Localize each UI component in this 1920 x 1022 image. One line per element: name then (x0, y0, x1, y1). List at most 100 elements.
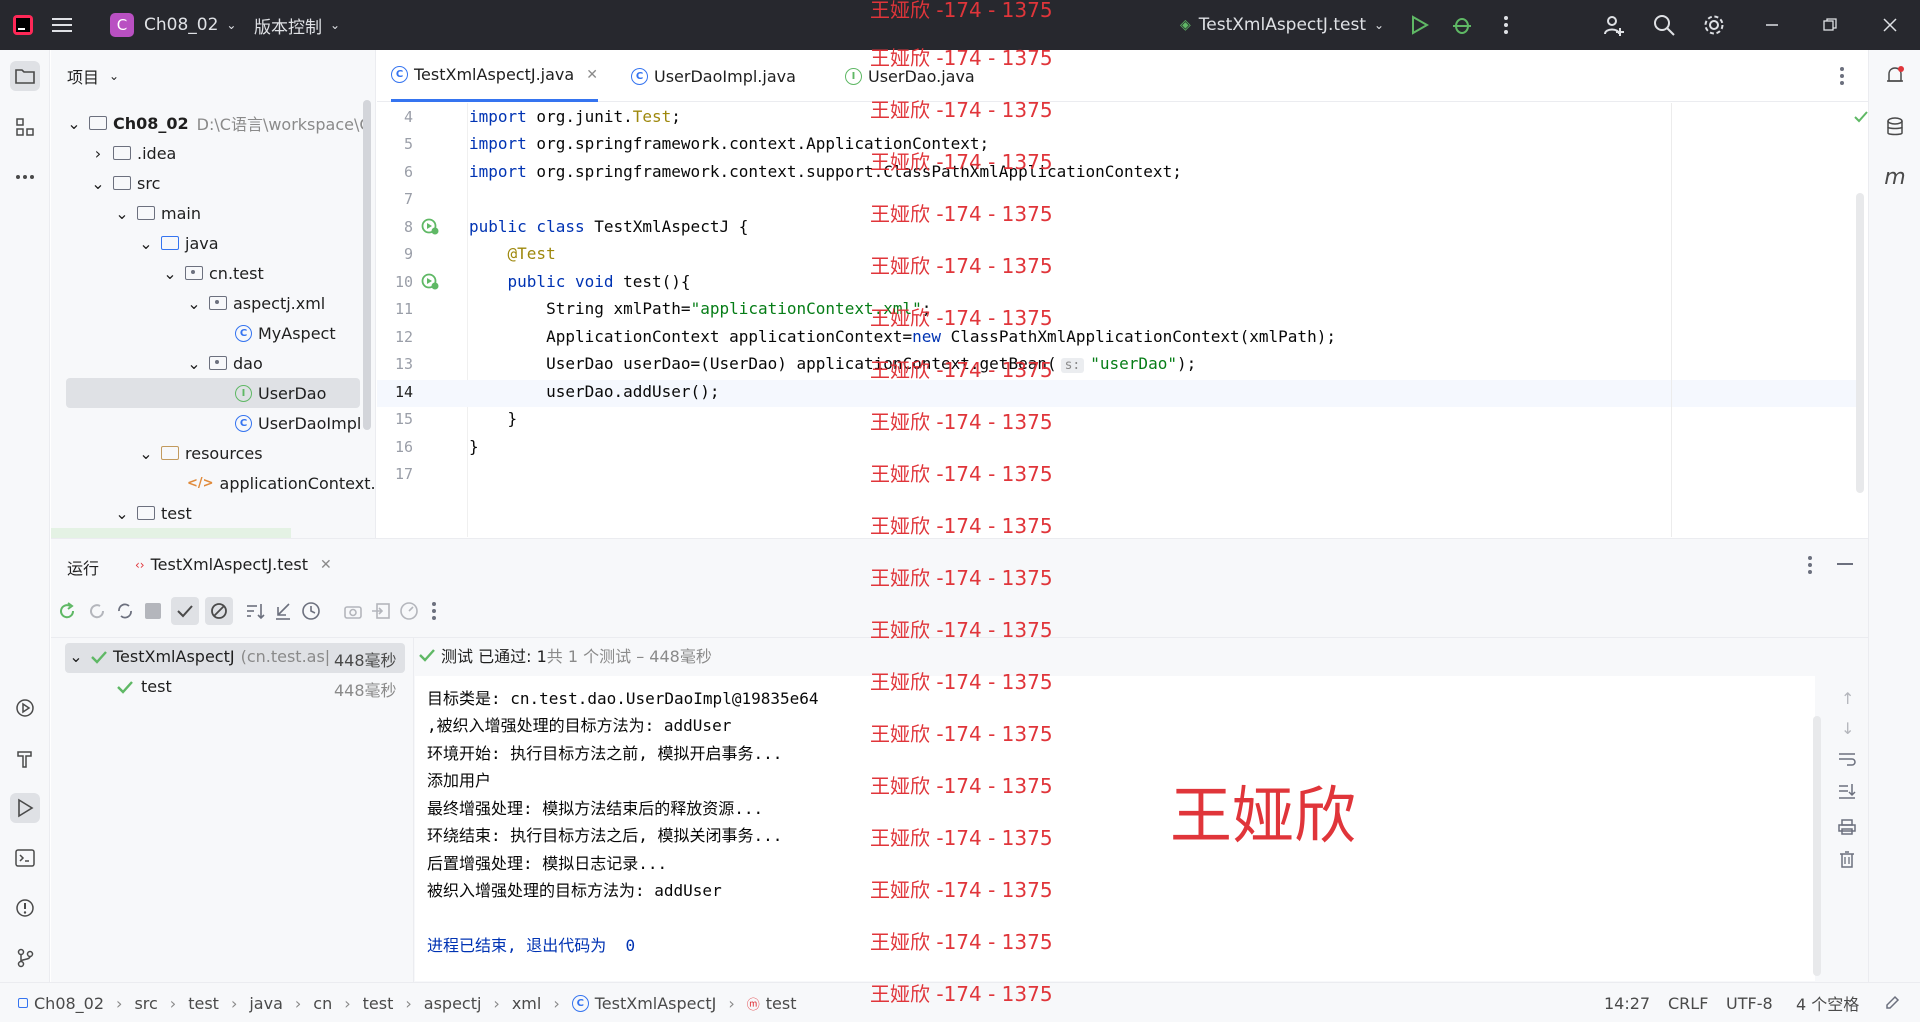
stop-icon[interactable] (145, 603, 161, 619)
tree-node-java[interactable]: ⌄ java (139, 228, 218, 258)
main-menu-icon[interactable] (52, 0, 72, 50)
tree-node-cn-test[interactable]: ⌄ cn.test (163, 258, 263, 288)
breadcrumb-item[interactable]: TestXmlAspectJ (595, 994, 717, 1013)
tree-node-dao[interactable]: ⌄ dao (187, 348, 262, 378)
soft-wrap-icon[interactable] (1838, 751, 1856, 771)
restore-icon[interactable] (1818, 13, 1842, 37)
show-ignored-icon[interactable] (205, 597, 233, 625)
test-tree-item[interactable]: test (117, 677, 172, 696)
editor-scrollbar[interactable] (1856, 193, 1864, 493)
more-run-actions-icon[interactable] (431, 601, 437, 625)
close-icon[interactable] (1878, 13, 1902, 37)
run-tool-icon[interactable] (10, 793, 40, 823)
tab-close-icon[interactable]: ✕ (586, 67, 598, 83)
tree-node-root[interactable]: ⌄ Ch08_02 D:\C语言\workspace\C (67, 108, 370, 138)
indent-setting[interactable]: 4 个空格 (1796, 983, 1859, 1022)
maven-icon[interactable]: m (1880, 162, 1910, 192)
breadcrumb-item[interactable]: aspectj (424, 994, 482, 1013)
notifications-bell-icon[interactable] (1880, 61, 1910, 91)
chevron-right-icon: › (493, 993, 500, 1013)
file-encoding[interactable]: UTF-8 (1726, 983, 1773, 1022)
settings-gear-icon[interactable] (1702, 13, 1726, 37)
run-test-gutter-icon[interactable] (421, 273, 439, 295)
show-passed-icon[interactable] (171, 597, 199, 625)
tab-close-icon[interactable]: ✕ (320, 557, 332, 573)
more-tools-icon[interactable] (10, 162, 40, 192)
code-editor[interactable]: 4 5 6 7 8 9 10 11 12 13 14 15 16 17 impo… (377, 103, 1868, 537)
terminal-icon[interactable] (10, 843, 40, 873)
rerun-failed-icon[interactable] (87, 601, 107, 621)
tree-node-test[interactable]: ⌄ test (115, 498, 191, 528)
breadcrumb-item[interactable]: test (363, 994, 394, 1013)
breadcrumb-item[interactable]: src (134, 994, 157, 1013)
tab-testxmlaspectj[interactable]: C TestXmlAspectJ.java ✕ (391, 50, 598, 102)
add-user-icon[interactable] (1602, 13, 1626, 37)
import-tests-icon[interactable] (371, 601, 391, 621)
sort-icon[interactable] (245, 601, 265, 621)
git-branch-icon[interactable] (10, 943, 40, 973)
database-icon[interactable] (1880, 112, 1910, 142)
app-logo-icon[interactable] (12, 0, 34, 50)
console-scrollbar[interactable] (1813, 716, 1821, 976)
breadcrumb-item[interactable]: Ch08_02 (34, 994, 104, 1013)
caret-position[interactable]: 14:27 (1604, 983, 1650, 1022)
toggle-auto-test-icon[interactable] (115, 601, 135, 621)
scroll-to-end-icon[interactable] (1838, 783, 1856, 803)
problems-icon[interactable] (10, 893, 40, 923)
hide-panel-icon[interactable] (1837, 563, 1853, 565)
scroll-down-arrow-icon[interactable]: ↓ (1841, 719, 1854, 738)
watermark-text: 王娅欣 -174 - 1375 (870, 982, 1053, 1006)
breadcrumb-item[interactable]: java (249, 994, 283, 1013)
tree-node-src[interactable]: ⌄ src (91, 168, 160, 198)
tree-node-userdaoimpl[interactable]: C UserDaoImpl (235, 408, 361, 438)
clear-trash-icon[interactable] (1839, 851, 1855, 873)
breadcrumb-item[interactable]: test (188, 994, 219, 1013)
project-switcher[interactable]: C Ch08_02 ⌄ (110, 0, 236, 50)
run-class-gutter-icon[interactable] (421, 218, 439, 240)
scroll-up-arrow-icon[interactable]: ↑ (1841, 689, 1854, 708)
structure-icon[interactable] (10, 112, 40, 142)
more-actions-icon[interactable] (1494, 13, 1518, 37)
test-tree-root[interactable]: ⌄ TestXmlAspectJ (cn.test.as| (69, 647, 330, 666)
no-problems-check-icon[interactable] (1854, 109, 1868, 123)
watermark-text: 王娅欣 -174 - 1375 (870, 46, 1053, 70)
breadcrumb-item[interactable]: cn (313, 994, 332, 1013)
print-icon[interactable] (1838, 819, 1856, 839)
minimize-icon[interactable] (1760, 13, 1784, 37)
project-panel-header[interactable]: 项目 ⌄ (67, 64, 119, 88)
build-hammer-icon[interactable] (10, 743, 40, 773)
readonly-toggle-icon[interactable] (1884, 983, 1900, 1022)
vcs-menu[interactable]: 版本控制 ⌄ (254, 0, 340, 50)
debug-icon[interactable] (1450, 13, 1474, 37)
breadcrumb-item[interactable]: test (766, 994, 797, 1013)
tab-userdaoimpl[interactable]: C UserDaoImpl.java (631, 50, 796, 102)
history-clock-icon[interactable] (301, 601, 321, 621)
rerun-icon[interactable] (57, 601, 77, 621)
tree-node-aspectj-xml[interactable]: ⌄ aspectj.xml (187, 288, 325, 318)
collapse-all-icon[interactable] (273, 601, 293, 621)
tree-node-resources[interactable]: ⌄ resources (139, 438, 262, 468)
run-config-selector[interactable]: ◈ TestXmlAspectJ.test ⌄ (1180, 0, 1384, 50)
line-ending[interactable]: CRLF (1668, 983, 1708, 1022)
run-panel-options-icon[interactable] (1807, 555, 1813, 579)
project-folder-icon[interactable] (10, 61, 40, 91)
console-output[interactable]: 目标类是: cn.test.dao.UserDaoImpl@19835e64 ,… (415, 676, 1821, 981)
tree-node-appcontext[interactable]: </> applicationContext.xn (187, 468, 375, 498)
progress-strip (51, 528, 291, 538)
class-icon: C (571, 994, 589, 1012)
tree-node-main[interactable]: ⌄ main (115, 198, 201, 228)
breadcrumb-item[interactable]: xml (512, 994, 542, 1013)
tree-node-myaspect[interactable]: C MyAspect (235, 318, 336, 348)
project-panel: 项目 ⌄ ⌄ Ch08_02 D:\C语言\workspace\C › .ide… (51, 50, 376, 538)
services-icon[interactable] (10, 693, 40, 723)
coverage-gauge-icon[interactable] (399, 601, 419, 621)
tree-scrollbar[interactable] (363, 100, 371, 430)
tab-options-icon[interactable] (1839, 66, 1845, 90)
search-icon[interactable] (1652, 13, 1676, 37)
run-icon[interactable] (1408, 13, 1432, 37)
tree-node-idea[interactable]: › .idea (91, 138, 177, 168)
screenshot-camera-icon[interactable] (343, 601, 363, 621)
tree-node-userdao[interactable]: I UserDao (235, 378, 326, 408)
xml-file-icon: </> (187, 475, 214, 491)
run-tab[interactable]: ‹› TestXmlAspectJ.test ✕ (135, 555, 332, 574)
